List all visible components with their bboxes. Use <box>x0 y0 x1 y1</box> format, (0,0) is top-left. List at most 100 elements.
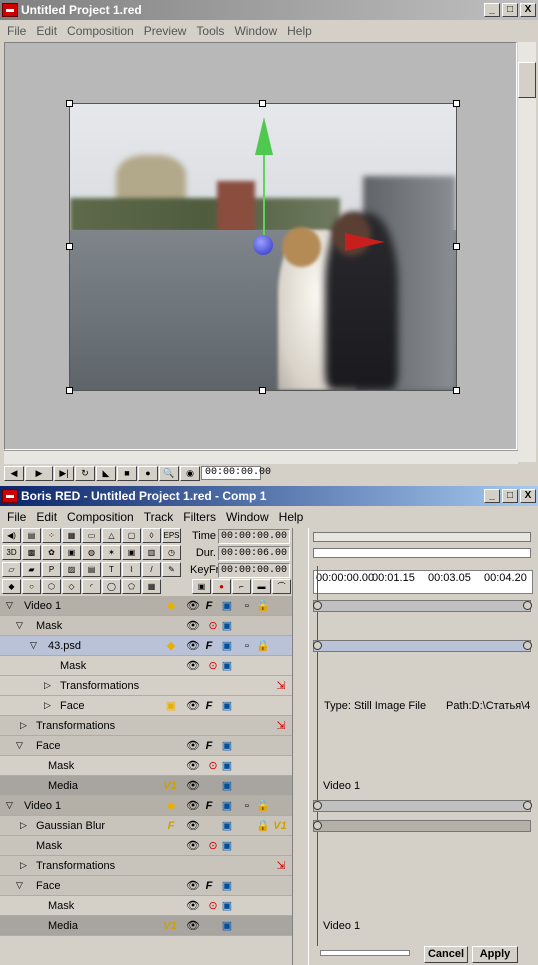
track-row[interactable]: ▷ Transformations ⇲ <box>0 676 292 696</box>
stop-icon[interactable]: ■ <box>117 465 137 481</box>
tv-icon[interactable]: ▣ <box>220 699 234 712</box>
monitor-icon[interactable]: ▣ <box>122 545 141 560</box>
monitor-small-icon[interactable]: ▫ <box>240 640 254 652</box>
record-dot-icon[interactable]: ⊙ <box>206 659 220 672</box>
tv-icon[interactable]: ▣ <box>220 919 234 932</box>
record-dot-icon[interactable]: ⊙ <box>206 899 220 912</box>
comp-menu-window[interactable]: Window <box>221 510 274 524</box>
eye-icon[interactable]: 👁 <box>186 659 200 672</box>
eye-icon[interactable]: 👁 <box>186 699 200 712</box>
panel-divider[interactable] <box>292 528 309 965</box>
zoom-slider[interactable] <box>320 950 410 956</box>
handle-bottom-right[interactable] <box>453 387 460 394</box>
monitor-small-icon[interactable]: ▫ <box>240 800 254 812</box>
record-dot-icon[interactable]: ⊙ <box>206 619 220 632</box>
f-icon[interactable]: F <box>202 800 216 812</box>
image-icon[interactable]: ▨ <box>62 562 81 577</box>
f-icon[interactable]: F <box>202 700 216 712</box>
close-button[interactable]: X <box>520 3 536 17</box>
menu-composition[interactable]: Composition <box>62 24 139 38</box>
keyframe-start[interactable] <box>313 801 322 810</box>
pointer-tool-icon[interactable]: ◣ <box>96 465 116 481</box>
noise-icon[interactable]: ▩ <box>22 545 41 560</box>
eye-icon[interactable]: 👁 <box>186 759 200 772</box>
eye-icon[interactable]: 👁 <box>186 919 200 932</box>
zoom-icon[interactable]: 🔍 <box>159 465 179 481</box>
keyframe-diamond-icon[interactable]: ◆ <box>164 599 178 612</box>
track-row[interactable]: ▽ Video 1 ◆ 👁 F ▣ ▫ 🔒 <box>0 796 292 816</box>
z-axis-sphere-icon[interactable] <box>253 235 273 255</box>
handle-top-right[interactable] <box>453 100 460 107</box>
viewer-titlebar[interactable]: Untitled Project 1.red _ □ X <box>0 0 538 20</box>
tv-icon[interactable]: ▣ <box>220 619 234 632</box>
layers-icon[interactable]: ▤ <box>82 562 101 577</box>
marker-icon[interactable]: ▬ <box>252 579 271 594</box>
eye-icon[interactable]: 👁 <box>186 879 200 892</box>
f-icon[interactable]: F <box>202 740 216 752</box>
apply-button[interactable]: Apply <box>472 946 518 963</box>
eye-icon[interactable]: 👁 <box>186 799 200 812</box>
viewer-horizontal-scrollbar[interactable] <box>4 450 518 464</box>
tv-icon[interactable]: ▣ <box>220 659 234 672</box>
clock-icon[interactable]: ◷ <box>162 545 181 560</box>
shape-icon[interactable]: △ <box>102 528 121 543</box>
open-icon[interactable]: ▱ <box>2 562 21 577</box>
swirl-icon[interactable]: ✿ <box>42 545 61 560</box>
mosaic-icon[interactable]: ▥ <box>142 545 161 560</box>
color-icon[interactable]: ▣ <box>62 545 81 560</box>
f-icon[interactable]: F <box>202 880 216 892</box>
tv-icon[interactable]: ▣ <box>220 639 234 652</box>
viewer-timecode[interactable]: 00:00:00.00 <box>201 466 271 480</box>
tv-icon[interactable]: ▣ <box>220 779 234 792</box>
record-dot-icon[interactable]: ⊙ <box>206 759 220 772</box>
track-row[interactable]: ▷ Gaussian Blur F 👁 ▣ 🔒 V1 <box>0 816 292 836</box>
comp-maximize-button[interactable]: □ <box>502 489 518 503</box>
track-row[interactable]: Media V1 👁 ▣ <box>0 916 292 936</box>
color-channels-icon[interactable]: ● <box>138 465 158 481</box>
eye-icon[interactable]: 👁 <box>186 739 200 752</box>
eye-icon[interactable]: 👁 <box>186 619 200 632</box>
comp-menu-help[interactable]: Help <box>274 510 309 524</box>
table-icon[interactable]: ▦ <box>142 579 161 594</box>
comp-menu-track[interactable]: Track <box>139 510 179 524</box>
hexagon-icon[interactable]: ⬡ <box>42 579 61 594</box>
comp-menu-filters[interactable]: Filters <box>178 510 221 524</box>
loop-icon[interactable]: ↻ <box>75 465 95 481</box>
keyframe-end[interactable] <box>523 601 532 610</box>
keyframe-end[interactable] <box>523 801 532 810</box>
handle-bottom-center[interactable] <box>259 387 266 394</box>
video1-timeline-bar[interactable] <box>313 600 531 612</box>
play-icon[interactable]: ▶ <box>25 465 53 481</box>
drop-icon[interactable]: ◊ <box>142 528 161 543</box>
vertical-scroll-thumb[interactable] <box>518 62 536 98</box>
psd-timeline-bar[interactable] <box>313 640 531 652</box>
film-icon[interactable]: ▤ <box>22 528 41 543</box>
transform-reset-icon[interactable]: ⇲ <box>274 679 288 692</box>
record-icon[interactable]: ● <box>212 579 231 594</box>
grid-icon[interactable]: ▦ <box>62 528 81 543</box>
track-row[interactable]: ▷ Transformations ⇲ <box>0 716 292 736</box>
lock-icon[interactable]: 🔒 <box>256 819 270 832</box>
face-mask-icon[interactable]: ▣ <box>164 699 178 712</box>
oval-icon[interactable]: ◯ <box>102 579 121 594</box>
curve-editor-icon[interactable]: ⌒ <box>272 579 291 594</box>
record-dot-icon[interactable]: ⊙ <box>206 839 220 852</box>
comp-menu-edit[interactable]: Edit <box>31 510 62 524</box>
3d-icon[interactable]: 3D <box>2 545 21 560</box>
transform-reset-icon[interactable]: ⇲ <box>274 859 288 872</box>
video1b-timeline-bar[interactable] <box>313 800 531 812</box>
text-icon[interactable]: T <box>102 562 121 577</box>
step-forward-icon[interactable]: ▶| <box>54 465 74 481</box>
track-row[interactable]: ▷ Transformations ⇲ <box>0 856 292 876</box>
f-icon[interactable]: F <box>202 640 216 652</box>
key-icon[interactable]: ⌐ <box>232 579 251 594</box>
rectangle-icon[interactable]: ▭ <box>82 528 101 543</box>
handle-top-left[interactable] <box>66 100 73 107</box>
keyframe-end[interactable] <box>523 641 532 650</box>
filter-f-icon[interactable]: F <box>164 820 178 832</box>
track-row[interactable]: Mask 👁 ⊙ ▣ <box>0 656 292 676</box>
eye-icon[interactable]: 👁 <box>186 819 200 832</box>
p-icon[interactable]: P <box>42 562 61 577</box>
comp-menu-file[interactable]: File <box>2 510 31 524</box>
handle-bottom-left[interactable] <box>66 387 73 394</box>
